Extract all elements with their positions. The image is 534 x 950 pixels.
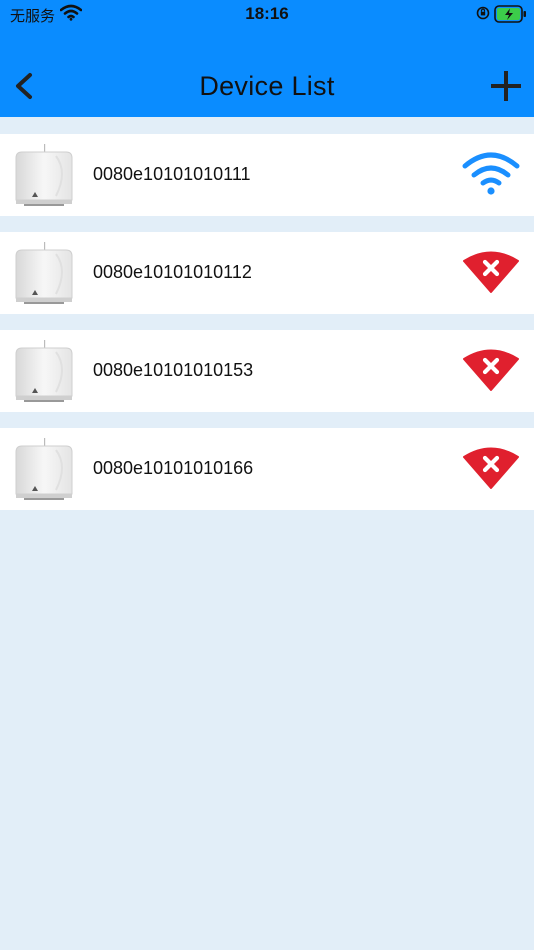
plus-icon bbox=[491, 71, 521, 101]
app-header: 无服务 18:16 Device List bbox=[0, 0, 534, 117]
device-id: 0080e10101010111 bbox=[93, 164, 251, 184]
add-device-button[interactable] bbox=[490, 70, 522, 102]
device-row[interactable]: 0080e10101010112 bbox=[0, 232, 534, 314]
clock: 18:16 bbox=[245, 4, 289, 23]
dispenser-thumbnail bbox=[15, 438, 73, 500]
navigation-bar: Device List bbox=[0, 60, 534, 112]
wifi-off-icon bbox=[463, 349, 519, 391]
device-id: 0080e10101010153 bbox=[93, 360, 254, 380]
wifi-off-icon bbox=[463, 447, 519, 489]
status-bar: 无服务 18:16 bbox=[0, 0, 534, 30]
dispenser-thumbnail bbox=[15, 242, 73, 304]
dispenser-thumbnail bbox=[15, 144, 73, 206]
device-row[interactable]: 0080e10101010111 bbox=[0, 134, 534, 216]
wifi-off-icon bbox=[463, 251, 519, 293]
page-title: Device List bbox=[199, 71, 335, 101]
wifi-icon bbox=[462, 152, 520, 195]
device-id: 0080e10101010112 bbox=[93, 262, 252, 282]
dispenser-thumbnail bbox=[15, 340, 73, 402]
rotation-lock-icon bbox=[476, 6, 490, 24]
battery-icon bbox=[494, 5, 528, 27]
device-id: 0080e10101010166 bbox=[93, 458, 254, 478]
device-row[interactable]: 0080e10101010166 bbox=[0, 428, 534, 510]
device-row[interactable]: 0080e10101010153 bbox=[0, 330, 534, 412]
